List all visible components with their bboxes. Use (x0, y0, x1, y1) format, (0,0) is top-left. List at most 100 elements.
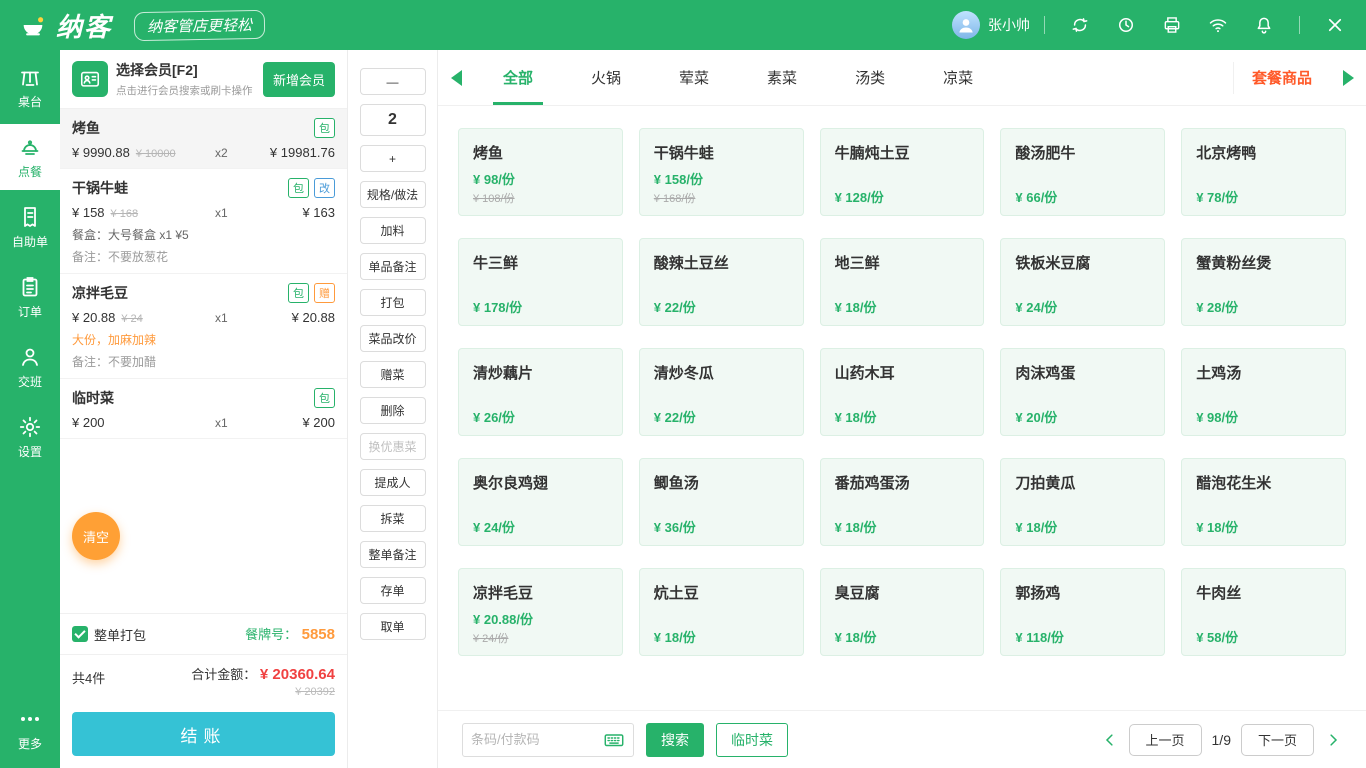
gift-badge: 赠 (314, 283, 335, 303)
printer-icon[interactable] (1161, 14, 1183, 36)
menu-item-card[interactable]: 凉拌毛豆 ¥ 20.88/份 ¥ 24/份 (458, 568, 623, 656)
sidebar-item-settings[interactable]: 设置 (0, 404, 60, 470)
menu-item-card[interactable]: 北京烤鸭 ¥ 78/份 (1181, 128, 1346, 216)
category-scroll-right-icon[interactable] (1330, 70, 1366, 86)
menu-item-card[interactable]: 肉沫鸡蛋 ¥ 20/份 (1000, 348, 1165, 436)
menu-item-name: 醋泡花生米 (1196, 472, 1331, 493)
temp-dish-button[interactable]: 临时菜 (716, 723, 788, 757)
menu-item-card[interactable]: 山药木耳 ¥ 18/份 (820, 348, 985, 436)
add-member-button[interactable]: 新增会员 (263, 62, 335, 97)
category-tab[interactable]: 荤菜 (650, 50, 738, 105)
chevron-right-icon[interactable] (1324, 731, 1342, 749)
sidebar-item-selforder[interactable]: 自助单 (0, 194, 60, 260)
category-tab[interactable]: 全部 (474, 50, 562, 105)
order-item[interactable]: 干锅牛蛙 包 改 ¥ 158 ¥ 168 x1 ¥ 163 餐盒：大号餐盒 x1… (60, 169, 347, 274)
menu-item-card[interactable]: 番茄鸡蛋汤 ¥ 18/份 (820, 458, 985, 546)
history-icon[interactable] (1115, 14, 1137, 36)
menu-item-card[interactable]: 牛肉丝 ¥ 58/份 (1181, 568, 1346, 656)
menu-item-price: ¥ 98/份 (473, 169, 608, 188)
pack-badge: 包 (288, 283, 309, 303)
more-dots-icon (21, 707, 39, 731)
menu-item-card[interactable]: 炕土豆 ¥ 18/份 (639, 568, 804, 656)
chevron-left-icon[interactable] (1101, 731, 1119, 749)
menu-item-card[interactable]: 牛三鲜 ¥ 178/份 (458, 238, 623, 326)
gear-icon (18, 415, 42, 439)
qty-value[interactable]: 2 (360, 104, 426, 136)
totals: 合计金额： ¥ 20360.64 ¥ 20392 (191, 664, 335, 698)
menu-area: 烤鱼 ¥ 98/份 ¥ 108/份 干锅牛蛙 ¥ 158/份 ¥ 168/份 牛… (438, 106, 1366, 710)
menu-item-card[interactable]: 牛腩炖土豆 ¥ 128/份 (820, 128, 985, 216)
menu-item-card[interactable]: 酸辣土豆丝 ¥ 22/份 (639, 238, 804, 326)
next-page-button[interactable]: 下一页 (1241, 724, 1314, 756)
user-avatar[interactable] (952, 11, 980, 39)
table-number[interactable]: 餐牌号： 5858 (245, 624, 335, 644)
menu-item-original-price: ¥ 108/份 (473, 190, 608, 206)
action-button[interactable]: 打包 (360, 289, 426, 316)
action-button[interactable]: 整单备注 (360, 541, 426, 568)
action-button[interactable]: 赠菜 (360, 361, 426, 388)
order-item[interactable]: 烤鱼 包 ¥ 9990.88 ¥ 10000 x2 ¥ 19981.76 (60, 109, 347, 169)
menu-item-price: ¥ 18/份 (1196, 517, 1331, 536)
sidebar: 桌台 点餐 自助单 订单 (0, 50, 60, 768)
menu-item-card[interactable]: 烤鱼 ¥ 98/份 ¥ 108/份 (458, 128, 623, 216)
menu-item-card[interactable]: 奥尔良鸡翅 ¥ 24/份 (458, 458, 623, 546)
prev-page-button[interactable]: 上一页 (1129, 724, 1202, 756)
action-button[interactable]: 取单 (360, 613, 426, 640)
menu-item-card[interactable]: 臭豆腐 ¥ 18/份 (820, 568, 985, 656)
action-button[interactable]: 换优惠菜 (360, 433, 426, 460)
order-item-original-price: ¥ 10000 (136, 148, 215, 160)
menu-item-card[interactable]: 刀拍黄瓜 ¥ 18/份 (1000, 458, 1165, 546)
sidebar-item-ordering[interactable]: 点餐 (0, 124, 60, 190)
action-button[interactable]: 提成人 (360, 469, 426, 496)
qty-minus-button[interactable]: — (360, 68, 426, 95)
category-tab[interactable]: 素菜 (738, 50, 826, 105)
order-item[interactable]: 凉拌毛豆 包 赠 ¥ 20.88 ¥ 24 x1 ¥ 20.88 大份，加麻加辣… (60, 274, 347, 379)
tab-combo-products[interactable]: 套餐商品 (1233, 62, 1330, 94)
search-button[interactable]: 搜索 (646, 723, 704, 757)
keyboard-icon[interactable] (603, 729, 625, 751)
action-button[interactable]: 单品备注 (360, 253, 426, 280)
action-button[interactable]: 删除 (360, 397, 426, 424)
action-button[interactable]: 拆菜 (360, 505, 426, 532)
menu-item-name: 臭豆腐 (835, 582, 970, 603)
qty-plus-button[interactable]: + (360, 145, 426, 172)
menu-item-card[interactable]: 酸汤肥牛 ¥ 66/份 (1000, 128, 1165, 216)
checkout-button[interactable]: 结账 (72, 712, 335, 756)
menu-item-card[interactable]: 蟹黄粉丝煲 ¥ 28/份 (1181, 238, 1346, 326)
menu-item-card[interactable]: 鲫鱼汤 ¥ 36/份 (639, 458, 804, 546)
barcode-input[interactable] (471, 732, 603, 747)
wifi-icon[interactable] (1207, 14, 1229, 36)
menu-item-card[interactable]: 土鸡汤 ¥ 98/份 (1181, 348, 1346, 436)
menu-item-card[interactable]: 地三鲜 ¥ 18/份 (820, 238, 985, 326)
notification-bell-icon[interactable] (1253, 14, 1275, 36)
order-item[interactable]: 临时菜 包 ¥ 200 x1 ¥ 200 (60, 379, 347, 439)
clear-order-button[interactable]: 清空 (72, 512, 120, 560)
category-tab[interactable]: 汤类 (826, 50, 914, 105)
total-original-value: ¥ 20392 (191, 686, 335, 698)
menu-item-price: ¥ 18/份 (1015, 517, 1150, 536)
menu-item-name: 烤鱼 (473, 142, 608, 163)
category-scroll-left-icon[interactable] (438, 70, 474, 86)
action-button[interactable]: 存单 (360, 577, 426, 604)
menu-item-card[interactable]: 清炒冬瓜 ¥ 22/份 (639, 348, 804, 436)
menu-item-card[interactable]: 郭扬鸡 ¥ 118/份 (1000, 568, 1165, 656)
pack-all-label: 整单打包 (94, 625, 146, 644)
sidebar-item-shift[interactable]: 交班 (0, 334, 60, 400)
sidebar-item-tables[interactable]: 桌台 (0, 54, 60, 120)
action-button[interactable]: 菜品改价 (360, 325, 426, 352)
menu-item-card[interactable]: 干锅牛蛙 ¥ 158/份 ¥ 168/份 (639, 128, 804, 216)
pack-all-checkbox[interactable]: 整单打包 (72, 625, 146, 644)
user-name[interactable]: 张小帅 (988, 15, 1030, 35)
close-icon[interactable] (1324, 14, 1346, 36)
menu-item-card[interactable]: 铁板米豆腐 ¥ 24/份 (1000, 238, 1165, 326)
action-button[interactable]: 加料 (360, 217, 426, 244)
sidebar-item-orders[interactable]: 订单 (0, 264, 60, 330)
action-button[interactable]: 规格/做法 (360, 181, 426, 208)
category-tab[interactable]: 凉菜 (914, 50, 1002, 105)
menu-item-card[interactable]: 清炒藕片 ¥ 26/份 (458, 348, 623, 436)
sync-icon[interactable] (1069, 14, 1091, 36)
menu-item-card[interactable]: 醋泡花生米 ¥ 18/份 (1181, 458, 1346, 546)
member-header[interactable]: 选择会员[F2] 点击进行会员搜索或刷卡操作 新增会员 (60, 50, 347, 109)
category-tab[interactable]: 火锅 (562, 50, 650, 105)
sidebar-item-more[interactable]: 更多 (0, 696, 60, 762)
